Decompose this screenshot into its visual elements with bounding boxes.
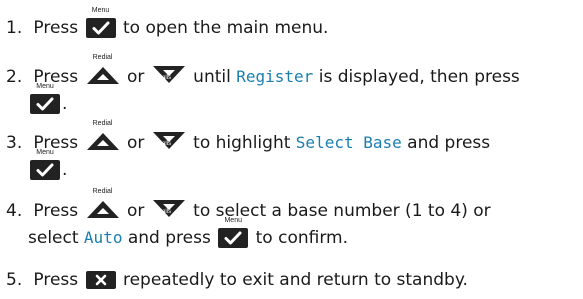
up-redial-key-icon: Redial [86,120,120,151]
lcd-text: Register [236,67,314,86]
up-redial-key-icon: Redial [86,54,120,85]
down-calls-key-icon: Calls [152,131,186,151]
calls-key-label: Calls [157,209,172,215]
step-number: 4. [6,201,23,221]
step-number: 2. [6,67,23,87]
step-text: and press [407,133,491,153]
step-text: to highlight [193,133,291,153]
down-calls-key-icon: Calls [152,65,186,85]
step-2: 2. Press Redial or Calls until Register … [6,54,520,89]
calls-key-label: Calls [157,75,172,81]
menu-key-icon: Menu [30,83,60,114]
lcd-text: Select Base [295,133,402,152]
menu-key-icon: Menu [86,7,116,38]
menu-key-label: Menu [36,83,54,90]
step-text: repeatedly to exit and return to standby… [122,270,468,290]
down-calls-key-icon: Calls [152,199,186,219]
step-text: to open the main menu. [122,18,329,38]
step-text: or [126,201,145,221]
step-3: 3. Press Redial or Calls to highlight Se… [6,120,491,155]
step-text: Press [33,18,79,38]
step-text: Press [33,270,79,290]
calls-key-label: Calls [157,141,172,147]
lcd-text: Auto [83,228,123,247]
step-3-continued: Menu. [6,149,68,182]
step-text: is displayed, then press [318,67,520,87]
end-close-key-icon [86,271,116,289]
menu-key-icon: Menu [30,149,60,180]
menu-key-label: Menu [224,217,242,224]
step-text: or [126,67,145,87]
menu-key-label: Menu [36,149,54,156]
up-redial-key-icon: Redial [86,188,120,219]
menu-key-label: Menu [91,7,110,14]
step-text: . [62,94,68,114]
step-4-continued: select Auto and press Menu to confirm. [6,217,348,250]
menu-key-icon: Menu [218,217,248,248]
step-4: 4. Press Redial or Calls to select a bas… [6,188,491,223]
step-text: . [62,160,68,180]
step-text: or [126,133,145,153]
step-number: 1. [6,18,23,38]
step-2-continued: Menu. [6,83,68,116]
step-number: 5. [6,270,23,290]
redial-key-label: Redial [92,54,113,61]
step-text: Press [33,201,79,221]
step-5: 5. Press repeatedly to exit and return t… [6,268,468,292]
step-1: 1. Press Menu to open the main menu. [6,7,329,40]
instructions-document: 1. Press Menu to open the main menu. 2. … [0,0,583,299]
redial-key-label: Redial [92,120,113,127]
step-text: to confirm. [255,228,348,248]
redial-key-label: Redial [92,188,113,195]
step-number: 3. [6,133,23,153]
step-text: select [28,228,79,248]
step-text: until [193,67,231,87]
step-text: and press [127,228,211,248]
